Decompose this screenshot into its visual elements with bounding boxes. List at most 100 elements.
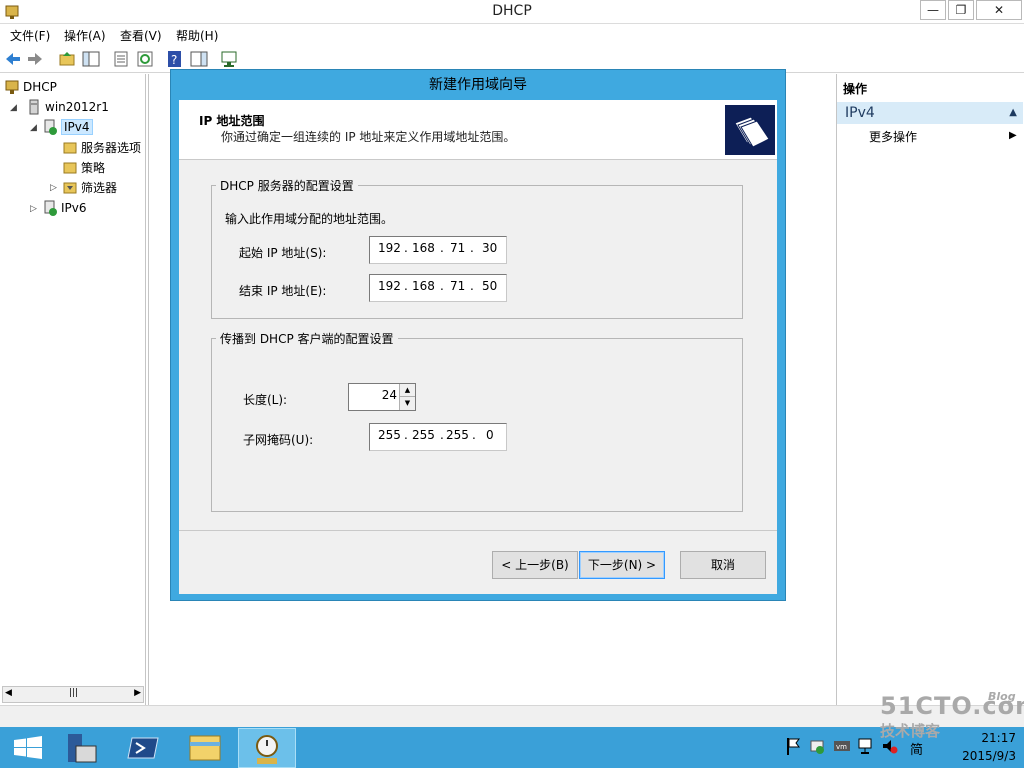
- start-windows-icon[interactable]: [0, 728, 58, 768]
- svg-text:vm: vm: [836, 743, 847, 751]
- policies-icon: [63, 162, 77, 173]
- powershell-icon[interactable]: [114, 728, 172, 768]
- spin-up-icon[interactable]: ▲: [399, 384, 415, 397]
- scroll-right-icon[interactable]: ▶: [134, 688, 141, 698]
- tree-label: 筛选器: [81, 181, 118, 195]
- wizard-folders-icon: [725, 105, 775, 155]
- more-actions-item[interactable]: 更多操作: [869, 128, 917, 145]
- watermark-blog: Blog: [988, 690, 1016, 703]
- length-label: 长度(L):: [243, 393, 288, 407]
- expand-arrow-icon[interactable]: ▷: [50, 183, 57, 193]
- collapse-up-icon[interactable]: ▲: [1009, 102, 1017, 124]
- file-explorer-icon[interactable]: [176, 728, 234, 768]
- end-ip-input[interactable]: 192 . 168 . 71 . 50: [369, 274, 507, 302]
- tree-label: IPv4: [61, 119, 93, 135]
- status-bar: [0, 705, 1024, 727]
- input-language-indicator[interactable]: 简: [910, 739, 923, 758]
- tree-label: 策略: [81, 161, 106, 175]
- client-config-group: 传播到 DHCP 客户端的配置设置: [211, 330, 743, 512]
- start-ip-label: 起始 IP 地址(S):: [239, 246, 327, 260]
- taskbar: vm 简 21:17 2015/9/3: [0, 727, 1024, 768]
- refresh-icon[interactable]: [136, 50, 154, 68]
- spin-down-icon[interactable]: ▼: [399, 397, 415, 410]
- menu-file[interactable]: 文件(F): [10, 27, 50, 44]
- tree-item-server-options[interactable]: 服务器选项: [62, 139, 141, 157]
- start-ip-octet-4: 30: [482, 241, 498, 255]
- tree-item-ipv4[interactable]: IPv4: [42, 119, 93, 137]
- tree-label: 服务器选项: [81, 141, 142, 155]
- back-arrow-icon[interactable]: [4, 50, 22, 68]
- restore-button[interactable]: ❐: [948, 0, 974, 20]
- ipv4-scope-icon: [44, 119, 57, 135]
- flag-icon[interactable]: [784, 735, 802, 757]
- actions-section-ipv4[interactable]: IPv4 ▲: [837, 102, 1023, 124]
- button-separator: [179, 530, 777, 531]
- start-ip-input[interactable]: 192 . 168 . 71 . 30: [369, 236, 507, 264]
- start-ip-octet-3: 71: [450, 241, 466, 255]
- start-ip-octet-2: 168: [412, 241, 435, 255]
- update-shield-icon[interactable]: [808, 735, 826, 757]
- subnet-mask-label: 子网掩码(U):: [243, 433, 314, 447]
- range-hint: 输入此作用域分配的地址范围。: [225, 212, 394, 226]
- close-button[interactable]: ✕: [976, 0, 1022, 20]
- tree-item-policies[interactable]: 策略: [62, 159, 105, 177]
- tree-item-dhcp[interactable]: DHCP: [4, 79, 57, 97]
- end-ip-octet-3: 71: [450, 279, 466, 293]
- dialog-body: IP 地址范围 你通过确定一组连续的 IP 地址来定义作用域地址范围。 DHCP…: [179, 100, 777, 594]
- end-ip-label: 结束 IP 地址(E):: [239, 284, 327, 298]
- end-ip-octet-2: 168: [412, 279, 435, 293]
- server-monitor-icon[interactable]: [220, 50, 238, 68]
- scroll-thumb-grip-icon[interactable]: |||: [69, 688, 78, 698]
- watermark: 51CTO.com 技术博客 Blog: [880, 690, 1024, 741]
- tree-item-server[interactable]: win2012r1: [26, 99, 109, 117]
- tree-item-filters[interactable]: 筛选器: [62, 179, 117, 197]
- menu-bar: 文件(F) 操作(A) 查看(V) 帮助(H): [0, 24, 1024, 45]
- client-config-legend: 传播到 DHCP 客户端的配置设置: [220, 332, 394, 346]
- actions-header: 操作: [843, 82, 868, 96]
- submenu-arrow-icon[interactable]: ▶: [1009, 130, 1017, 141]
- clock-date: 2015/9/3: [962, 749, 1016, 763]
- menu-help[interactable]: 帮助(H): [176, 27, 218, 44]
- mask-octet-3: 255: [446, 428, 469, 442]
- prefix-length-spinner[interactable]: 24 ▲ ▼: [348, 383, 416, 411]
- end-ip-octet-1: 192: [378, 279, 401, 293]
- tree-item-ipv6[interactable]: IPv6: [42, 200, 87, 218]
- dialog-title: 新建作用域向导: [429, 77, 527, 93]
- ipv6-scope-icon: [44, 200, 57, 216]
- menu-view[interactable]: 查看(V): [120, 27, 162, 44]
- back-button[interactable]: < 上一步(B): [492, 551, 578, 579]
- end-ip-octet-4: 50: [482, 279, 498, 293]
- collapse-arrow-icon[interactable]: ◢: [30, 123, 37, 133]
- up-folder-icon[interactable]: [58, 50, 76, 68]
- server-config-legend: DHCP 服务器的配置设置: [220, 179, 354, 193]
- mask-octet-2: 255: [412, 428, 435, 442]
- subnet-mask-input[interactable]: 255 . 255 . 255 . 0: [369, 423, 507, 451]
- properties-icon[interactable]: [112, 50, 130, 68]
- new-scope-wizard-dialog: 新建作用域向导 IP 地址范围 你通过确定一组连续的 IP 地址来定义作用域地址…: [170, 69, 786, 601]
- scroll-left-icon[interactable]: ◀: [5, 688, 12, 698]
- tree-label: win2012r1: [45, 100, 109, 114]
- tree-horizontal-scrollbar[interactable]: ◀ ||| ▶: [2, 686, 144, 703]
- dhcp-taskbar-button[interactable]: [238, 728, 296, 768]
- vmware-tools-icon[interactable]: vm: [832, 735, 852, 757]
- minimize-button[interactable]: —: [920, 0, 946, 20]
- collapse-arrow-icon[interactable]: ◢: [10, 103, 17, 113]
- mask-octet-1: 255: [378, 428, 401, 442]
- start-ip-octet-1: 192: [378, 241, 401, 255]
- expand-arrow-icon[interactable]: ▷: [30, 204, 37, 214]
- server-icon: [29, 99, 39, 115]
- cancel-button[interactable]: 取消: [680, 551, 766, 579]
- actions-pane: 操作 IPv4 ▲ 更多操作 ▶: [836, 74, 1024, 705]
- console-tree: DHCP ◢ win2012r1 ◢ IPv4 服务器选项 策略 ▷ 筛选器 ▷…: [0, 74, 146, 705]
- network-icon[interactable]: [856, 735, 874, 757]
- dhcp-root-icon: [5, 80, 19, 94]
- server-options-icon: [63, 142, 77, 153]
- forward-arrow-icon[interactable]: [26, 50, 44, 68]
- menu-action[interactable]: 操作(A): [64, 27, 106, 44]
- action-pane-icon[interactable]: [190, 50, 208, 68]
- server-manager-icon[interactable]: [54, 728, 112, 768]
- help-icon[interactable]: ?: [166, 50, 184, 68]
- show-hide-tree-icon[interactable]: [82, 50, 100, 68]
- wizard-subheading: 你通过确定一组连续的 IP 地址来定义作用域地址范围。: [221, 130, 516, 144]
- next-button[interactable]: 下一步(N) >: [579, 551, 665, 579]
